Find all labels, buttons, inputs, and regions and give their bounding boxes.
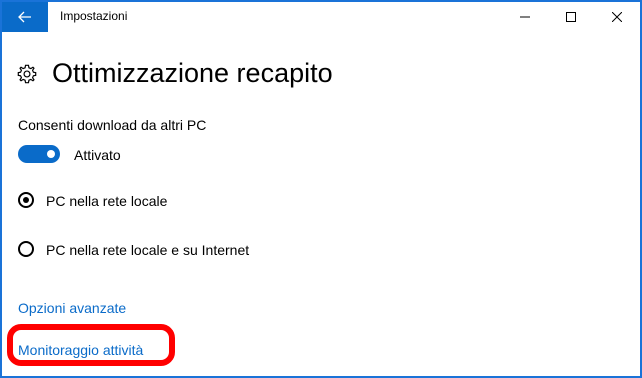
toggle-state-label: Attivato xyxy=(74,147,121,163)
minimize-button[interactable] xyxy=(502,2,548,32)
maximize-button[interactable] xyxy=(548,2,594,32)
back-button[interactable] xyxy=(2,2,48,32)
minimize-icon xyxy=(520,16,530,18)
radio-local-network[interactable] xyxy=(18,192,34,208)
arrow-left-icon xyxy=(18,11,31,23)
page-title: Ottimizzazione recapito xyxy=(52,58,333,88)
page-header: Ottimizzazione recapito xyxy=(16,58,333,89)
close-button[interactable] xyxy=(594,2,640,32)
toggle-knob xyxy=(47,150,55,158)
allow-downloads-toggle[interactable] xyxy=(18,145,60,163)
allow-downloads-label: Consenti download da altri PC xyxy=(18,117,207,133)
settings-window: Impostazioni Ottimizzazione recapito Con… xyxy=(0,0,642,378)
advanced-options-link[interactable]: Opzioni avanzate xyxy=(18,300,126,316)
activity-monitor-link[interactable]: Monitoraggio attività xyxy=(18,342,143,358)
window-title: Impostazioni xyxy=(60,9,128,23)
maximize-icon xyxy=(566,12,576,22)
radio-selected-dot xyxy=(23,197,29,203)
radio-local-and-internet-label[interactable]: PC nella rete locale e su Internet xyxy=(46,242,249,258)
gear-icon xyxy=(17,64,37,83)
radio-local-and-internet[interactable] xyxy=(18,241,34,257)
radio-local-network-label[interactable]: PC nella rete locale xyxy=(46,193,167,209)
close-icon xyxy=(612,12,622,22)
title-bar: Impostazioni xyxy=(2,2,640,32)
